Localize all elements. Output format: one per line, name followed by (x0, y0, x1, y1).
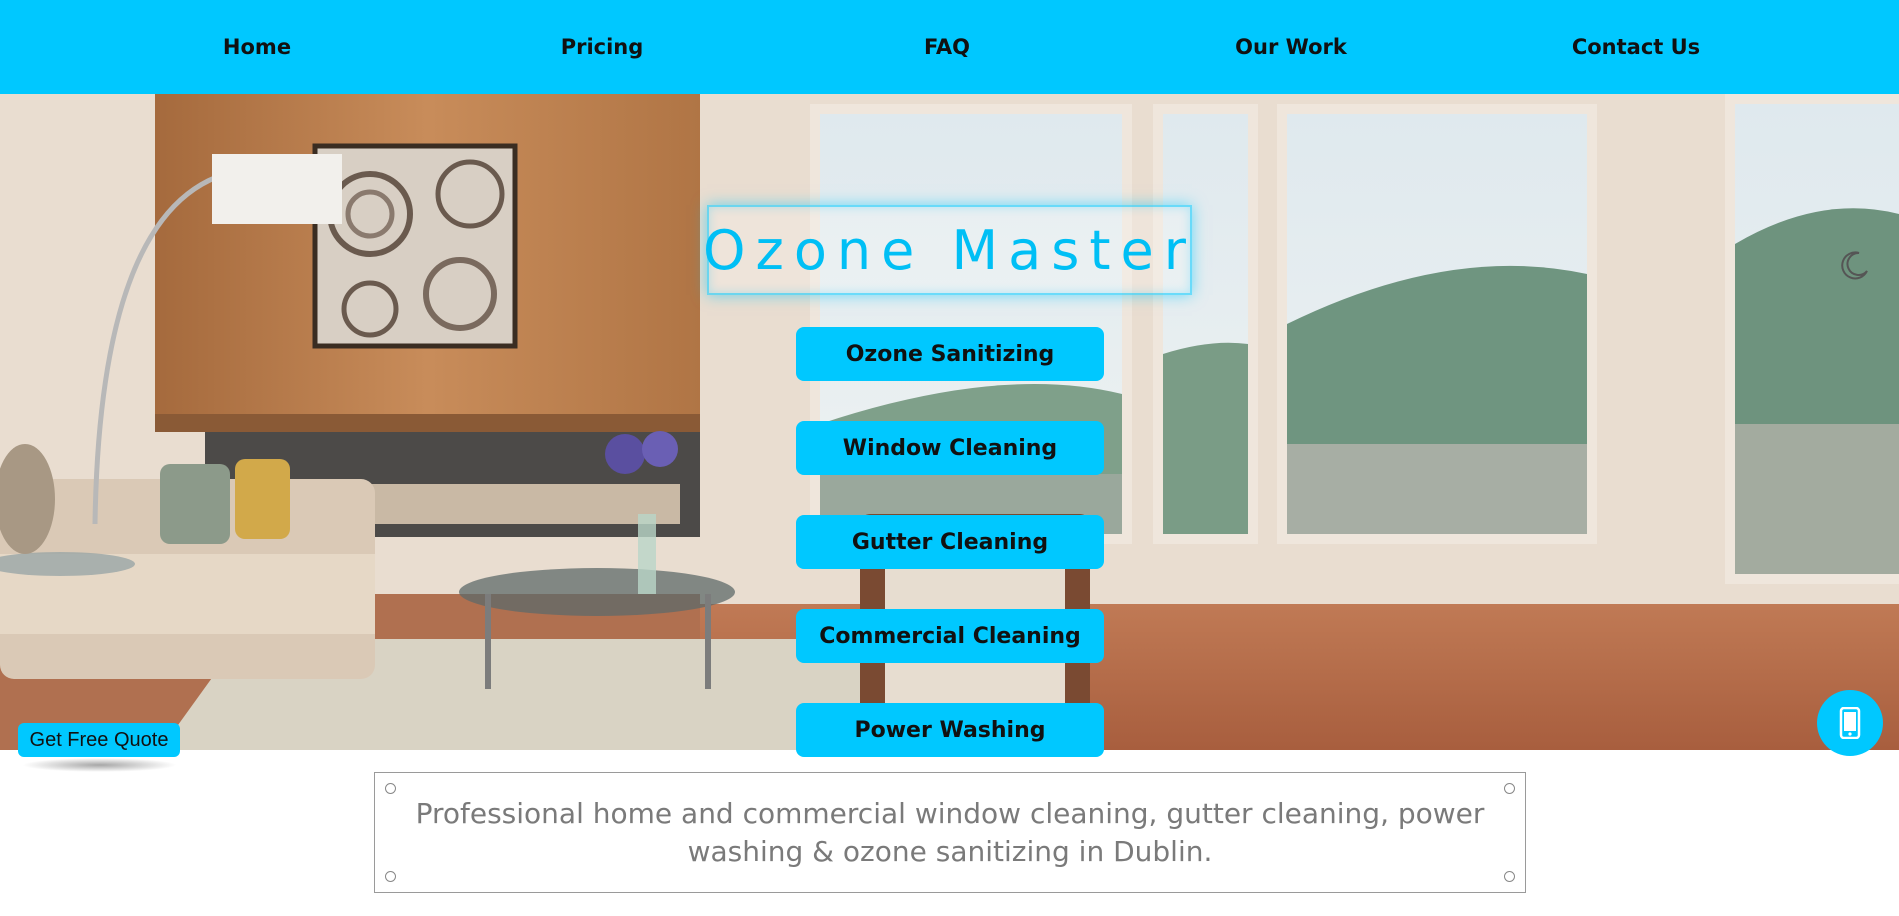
call-button[interactable] (1817, 690, 1883, 756)
nav-home-link[interactable]: Home (223, 35, 291, 59)
resize-handle-top-left (385, 783, 396, 794)
nav-our-work-link[interactable]: Our Work (1235, 35, 1347, 59)
quote-button-shadow (22, 758, 177, 772)
mobile-phone-icon (1839, 707, 1861, 739)
description-box: Professional home and commercial window … (374, 772, 1526, 893)
power-washing-button[interactable]: Power Washing (796, 703, 1104, 757)
site-title: Ozone Master (703, 218, 1196, 282)
nav-faq-link[interactable]: FAQ (924, 35, 970, 59)
site-title-box: Ozone Master (703, 205, 1192, 295)
gutter-cleaning-button[interactable]: Gutter Cleaning (796, 515, 1104, 569)
top-navbar: Home Pricing FAQ Our Work Contact Us (0, 0, 1899, 94)
description-text: Professional home and commercial window … (415, 796, 1485, 868)
get-free-quote-button[interactable]: Get Free Quote (18, 723, 180, 757)
resize-handle-bottom-right (1504, 871, 1515, 882)
resize-handle-bottom-left (385, 871, 396, 882)
ozone-sanitizing-button[interactable]: Ozone Sanitizing (796, 327, 1104, 381)
window-cleaning-button[interactable]: Window Cleaning (796, 421, 1104, 475)
nav-contact-us-link[interactable]: Contact Us (1572, 35, 1700, 59)
moon-icon[interactable] (1839, 249, 1871, 281)
resize-handle-top-right (1504, 783, 1515, 794)
nav-pricing-link[interactable]: Pricing (561, 35, 644, 59)
commercial-cleaning-button[interactable]: Commercial Cleaning (796, 609, 1104, 663)
